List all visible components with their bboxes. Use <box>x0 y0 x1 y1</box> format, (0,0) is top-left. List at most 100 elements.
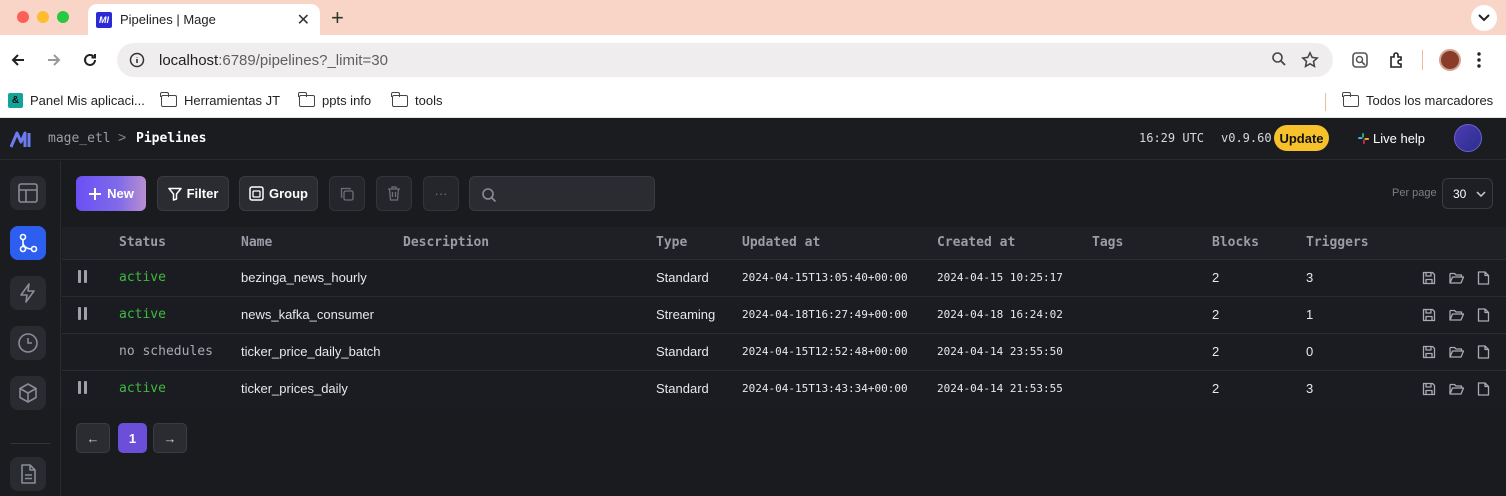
maximize-window-button[interactable] <box>57 11 69 23</box>
file-icon[interactable] <box>1477 270 1490 285</box>
pipeline-name-link[interactable]: ticker_price_daily_batch <box>241 332 403 370</box>
save-icon[interactable] <box>1422 271 1436 285</box>
table-row[interactable]: no schedules ticker_price_daily_batch St… <box>62 332 1506 370</box>
open-folder-icon[interactable] <box>1449 382 1464 396</box>
url-host: localhost <box>159 51 219 69</box>
bookmark-folder[interactable]: ppts info <box>298 91 372 108</box>
slack-icon <box>1358 133 1369 144</box>
save-icon[interactable] <box>1422 382 1436 396</box>
row-actions <box>1386 369 1506 407</box>
open-folder-icon[interactable] <box>1449 271 1464 285</box>
main-content: New Filter Group ··· Per page 30 Status … <box>62 161 1506 496</box>
tab-search-button[interactable] <box>1471 5 1497 31</box>
column-header-blocks[interactable]: Blocks <box>1212 227 1306 259</box>
mage-logo-icon[interactable] <box>10 130 34 148</box>
pause-toggle-cell[interactable] <box>62 369 119 407</box>
table-row[interactable]: active news_kafka_consumer Streaming 202… <box>62 295 1506 333</box>
column-header-status[interactable]: Status <box>119 227 241 259</box>
bookmark-star-icon[interactable] <box>1301 51 1319 69</box>
table-row[interactable]: active bezinga_news_hourly Standard 2024… <box>62 258 1506 296</box>
page-title: Pipelines <box>136 131 207 146</box>
mage-favicon-icon: MI <box>96 11 112 28</box>
search-icon <box>482 188 497 203</box>
filter-button[interactable]: Filter <box>157 176 229 211</box>
lens-icon[interactable] <box>1348 48 1372 72</box>
update-button[interactable]: Update <box>1274 125 1329 151</box>
bookmark-item[interactable]: & Panel Mis aplicaci... <box>8 93 145 108</box>
sidebar-item-triggers[interactable] <box>10 276 46 310</box>
pipeline-name-link[interactable]: ticker_prices_daily <box>241 369 403 407</box>
live-help-button[interactable]: Live help <box>1358 131 1425 146</box>
bookmark-folder[interactable]: tools <box>391 91 442 108</box>
pause-icon[interactable] <box>78 380 87 394</box>
pipeline-name-link[interactable]: news_kafka_consumer <box>241 295 403 333</box>
address-bar[interactable]: localhost:6789/pipelines?_limit=30 <box>117 43 1333 77</box>
more-actions-button[interactable]: ··· <box>423 176 459 211</box>
pause-icon[interactable] <box>78 306 87 320</box>
bookmark-folder[interactable]: Herramientas JT <box>160 91 280 108</box>
pause-toggle-cell <box>62 332 119 370</box>
duplicate-button[interactable] <box>329 176 365 211</box>
column-header-type[interactable]: Type <box>656 227 742 259</box>
blocks-cell: 2 <box>1212 332 1306 370</box>
column-header-updated-at[interactable]: Updated at <box>742 227 937 259</box>
pipeline-name-link[interactable]: bezinga_news_hourly <box>241 258 403 296</box>
open-folder-icon[interactable] <box>1449 308 1464 322</box>
description-cell <box>403 258 656 296</box>
open-folder-icon[interactable] <box>1449 345 1464 359</box>
sidebar-item-pipelines[interactable] <box>10 226 46 260</box>
type-cell: Standard <box>656 332 742 370</box>
minimize-window-button[interactable] <box>37 11 49 23</box>
file-icon[interactable] <box>1477 382 1490 396</box>
new-tab-icon[interactable]: + <box>331 5 344 31</box>
column-header-tags[interactable]: Tags <box>1092 227 1212 259</box>
reload-icon[interactable] <box>78 48 102 72</box>
prev-page-button[interactable]: ← <box>76 423 110 453</box>
search-input[interactable] <box>469 176 655 211</box>
close-tab-icon[interactable]: ✕ <box>297 10 310 30</box>
table-row[interactable]: active ticker_prices_daily Standard 2024… <box>62 369 1506 407</box>
site-info-icon[interactable] <box>129 52 145 68</box>
new-pipeline-button[interactable]: New <box>76 176 146 211</box>
back-icon[interactable] <box>6 48 30 72</box>
forward-icon[interactable] <box>42 48 66 72</box>
per-page-value: 30 <box>1453 186 1467 201</box>
updated-at-cell: 2024-04-15T13:43:34+00:00 <box>742 369 937 407</box>
plus-icon <box>89 187 102 200</box>
status-cell: active <box>119 295 241 333</box>
sidebar-item-history[interactable] <box>10 326 46 360</box>
delete-button[interactable] <box>376 176 412 211</box>
profile-avatar[interactable] <box>1439 49 1461 71</box>
bookmark-label: Panel Mis aplicaci... <box>30 93 145 108</box>
column-header-description[interactable]: Description <box>403 227 656 259</box>
pause-toggle-cell[interactable] <box>62 258 119 296</box>
save-icon[interactable] <box>1422 345 1436 359</box>
browser-tab[interactable]: MI Pipelines | Mage ✕ <box>88 4 320 35</box>
sidebar-item-overview[interactable] <box>10 176 46 210</box>
next-page-button[interactable]: → <box>153 423 187 453</box>
group-button[interactable]: Group <box>239 176 318 211</box>
column-header-actions <box>1386 227 1506 259</box>
column-header-triggers[interactable]: Triggers <box>1306 227 1386 259</box>
column-header-name[interactable]: Name <box>241 227 403 259</box>
description-cell <box>403 295 656 333</box>
browser-menu-icon[interactable] <box>1467 48 1491 72</box>
pause-icon[interactable] <box>78 269 87 283</box>
file-icon[interactable] <box>1477 344 1490 359</box>
close-window-button[interactable] <box>17 11 29 23</box>
bookmark-label: ppts info <box>322 93 372 108</box>
user-avatar[interactable] <box>1454 124 1482 152</box>
save-icon[interactable] <box>1422 308 1436 322</box>
zoom-icon[interactable] <box>1271 51 1287 67</box>
column-header-created-at[interactable]: Created at <box>937 227 1092 259</box>
per-page-select[interactable]: 30 <box>1442 178 1493 209</box>
all-bookmarks-folder[interactable]: Todos los marcadores <box>1342 91 1493 108</box>
pause-toggle-cell[interactable] <box>62 295 119 333</box>
group-icon <box>249 186 264 201</box>
file-icon[interactable] <box>1477 307 1490 322</box>
sidebar-item-blocks[interactable] <box>10 376 46 410</box>
breadcrumb-project[interactable]: mage_etl <box>48 131 111 146</box>
sidebar-item-files[interactable] <box>10 457 46 491</box>
extensions-icon[interactable] <box>1385 48 1409 72</box>
page-1-button[interactable]: 1 <box>118 423 147 453</box>
